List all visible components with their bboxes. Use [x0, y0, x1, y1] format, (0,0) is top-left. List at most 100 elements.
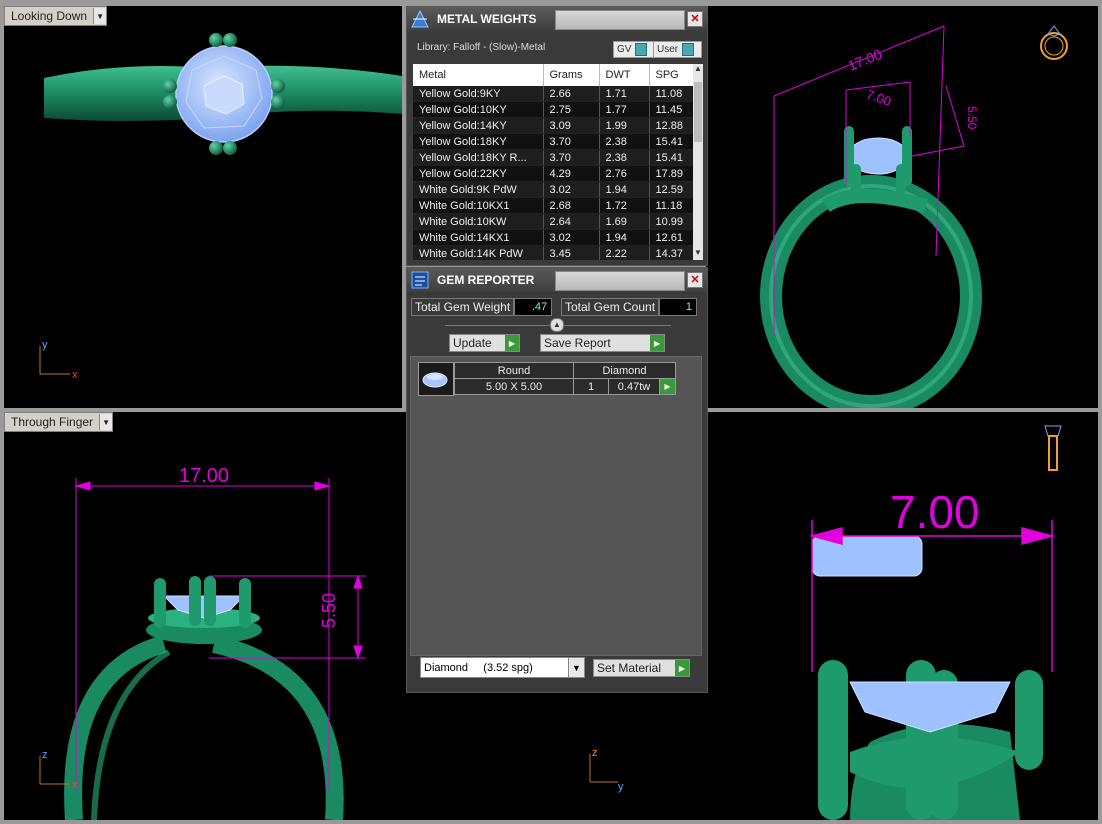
table-cell: 1.71 [599, 86, 650, 102]
table-cell: 10.99 [649, 213, 693, 230]
close-icon[interactable]: ✕ [687, 11, 703, 27]
table-cell: White Gold:9K PdW [413, 181, 544, 198]
table-cell: White Gold:14K PdW [413, 245, 544, 260]
column-header[interactable]: Grams [543, 64, 600, 86]
table-cell: Yellow Gold:18KY [413, 133, 544, 150]
panel-title: METAL WEIGHTS [437, 12, 537, 26]
gv-toggle-label: GV [617, 44, 632, 55]
table-cell: 3.70 [543, 149, 600, 166]
total-gem-weight-label: Total Gem Weight [411, 297, 515, 316]
viewport-label: Through Finger [11, 415, 94, 429]
table-cell: 11.18 [649, 197, 693, 214]
metal-weights-panel: METAL WEIGHTS ✕ Library: Falloff - (Slow… [406, 6, 708, 266]
table-cell: 1.99 [599, 117, 650, 134]
gem-shape: Round [454, 362, 574, 379]
table-cell: 2.66 [543, 86, 600, 102]
play-icon[interactable]: ▶ [659, 378, 676, 395]
table-scrollbar[interactable]: ▲ ▼ [693, 64, 703, 260]
title-grip[interactable] [555, 271, 685, 291]
play-icon: ▶ [675, 660, 689, 676]
table-cell: 1.72 [599, 197, 650, 214]
ring-top-view: y x [39, 33, 402, 381]
table-row[interactable]: Yellow Gold:14KY 3.09 1.99 12.88 [413, 117, 693, 134]
table-cell: Yellow Gold:9KY [413, 86, 544, 102]
viewport-label-dropdown[interactable]: Looking Down ▼ [4, 6, 108, 26]
scroll-up-icon[interactable]: ▲ [693, 64, 703, 76]
axis-x-label: x [72, 779, 78, 791]
gem-weight: 0.47tw [608, 378, 660, 395]
table-cell: 14.37 [649, 245, 693, 260]
gem-list[interactable]: Round Diamond 5.00 X 5.00 1 0.47tw ▶ [410, 356, 702, 656]
table-row[interactable]: White Gold:9K PdW 3.02 1.94 12.59 [413, 181, 693, 198]
column-header[interactable]: Metal [413, 64, 544, 86]
gem-count: 1 [573, 378, 609, 395]
scroll-down-icon[interactable]: ▼ [693, 248, 703, 260]
table-cell: 1.94 [599, 181, 650, 198]
title-grip[interactable] [555, 10, 685, 30]
viewport-looking-down[interactable]: y x Looking Down ▼ [4, 6, 402, 408]
ring-icon [1040, 25, 1068, 60]
table-row[interactable]: White Gold:14K PdW 3.45 2.22 14.37 [413, 245, 693, 260]
table-cell: Yellow Gold:10KY [413, 101, 544, 118]
table-row[interactable]: White Gold:10KW 2.64 1.69 10.99 [413, 213, 693, 230]
save-report-button[interactable]: Save Report ▶ [540, 334, 665, 352]
table-row[interactable]: Yellow Gold:10KY 2.75 1.77 11.45 [413, 101, 693, 118]
table-cell: 2.76 [599, 165, 650, 182]
ring-side-icon [1044, 425, 1062, 471]
table-cell: 3.02 [543, 229, 600, 246]
column-header[interactable]: SPG [649, 64, 693, 86]
update-button[interactable]: Update ▶ [449, 334, 520, 352]
viewport-perspective[interactable]: 17.00 7.00 5.50 [706, 6, 1098, 408]
total-gem-weight-value: .47 [514, 297, 553, 316]
axis-x-label: x [72, 369, 78, 381]
column-header[interactable]: DWT [599, 64, 650, 86]
user-toggle[interactable]: User [653, 41, 702, 58]
viewport-label-dropdown[interactable]: Through Finger ▼ [4, 412, 114, 432]
table-row[interactable]: Yellow Gold:9KY 2.66 1.71 11.08 [413, 86, 693, 102]
table-row[interactable]: White Gold:10KX1 2.68 1.72 11.18 [413, 197, 693, 214]
dimension-height-label: 5.50 [319, 593, 339, 628]
dimension-width-label: 17.00 [846, 46, 885, 74]
table-cell: 1.69 [599, 213, 650, 230]
chevron-down-icon[interactable]: ▼ [568, 658, 584, 677]
set-material-button-label: Set Material [597, 661, 662, 675]
material-select[interactable]: Diamond (3.52 spg) ▼ [420, 657, 585, 678]
round-gem-icon [418, 362, 454, 396]
panel-title-bar[interactable]: METAL WEIGHTS ✕ [407, 7, 707, 31]
chevron-down-icon[interactable]: ▼ [93, 8, 107, 24]
axis-y-label: y [618, 781, 624, 793]
gem-material: Diamond [573, 362, 676, 379]
toggle-switch-icon [682, 43, 695, 56]
set-material-button[interactable]: Set Material ▶ [593, 659, 690, 677]
table-cell: 2.38 [599, 133, 650, 150]
table-cell: 12.88 [649, 117, 693, 134]
table-cell: 4.29 [543, 165, 600, 182]
table-row[interactable]: Yellow Gold:18KY 3.70 2.38 15.41 [413, 133, 693, 150]
play-icon: ▶ [650, 335, 664, 351]
table-cell: 3.70 [543, 133, 600, 150]
table-cell: 2.68 [543, 197, 600, 214]
table-cell: 2.22 [599, 245, 650, 260]
gem-row[interactable]: Round Diamond 5.00 X 5.00 1 0.47tw ▶ [418, 362, 676, 396]
gem-size: 5.00 X 5.00 [454, 378, 574, 395]
table-cell: White Gold:10KW [413, 213, 544, 230]
total-gem-weight-field: Total Gem Weight .47 [411, 297, 553, 316]
panel-title-bar[interactable]: GEM REPORTER ✕ [407, 268, 707, 292]
gv-toggle[interactable]: GV [613, 41, 654, 58]
chevron-down-icon[interactable]: ▼ [99, 414, 113, 430]
table-row[interactable]: Yellow Gold:18KY R... 3.70 2.38 15.41 [413, 149, 693, 166]
metal-weights-table[interactable]: Metal Grams DWT SPG Yellow Gold:9KY 2.66 1.71… [413, 64, 693, 260]
ring-perspective-view: 17.00 7.00 5.50 [760, 25, 1068, 408]
table-cell: 11.08 [649, 86, 693, 102]
dimension-stone-label: 7.00 [890, 486, 980, 538]
table-row[interactable]: Yellow Gold:22KY 4.29 2.76 17.89 [413, 165, 693, 182]
collapse-icon[interactable]: ▲ [550, 318, 564, 332]
scroll-thumb[interactable] [694, 82, 702, 142]
table-cell: White Gold:14KX1 [413, 229, 544, 246]
table-row[interactable]: White Gold:14KX1 3.02 1.94 12.61 [413, 229, 693, 246]
table-cell: 11.45 [649, 101, 693, 118]
close-icon[interactable]: ✕ [687, 272, 703, 288]
dimension-stone-label: 7.00 [864, 86, 893, 109]
save-report-button-label: Save Report [544, 336, 611, 350]
panel-title: GEM REPORTER [437, 273, 535, 287]
